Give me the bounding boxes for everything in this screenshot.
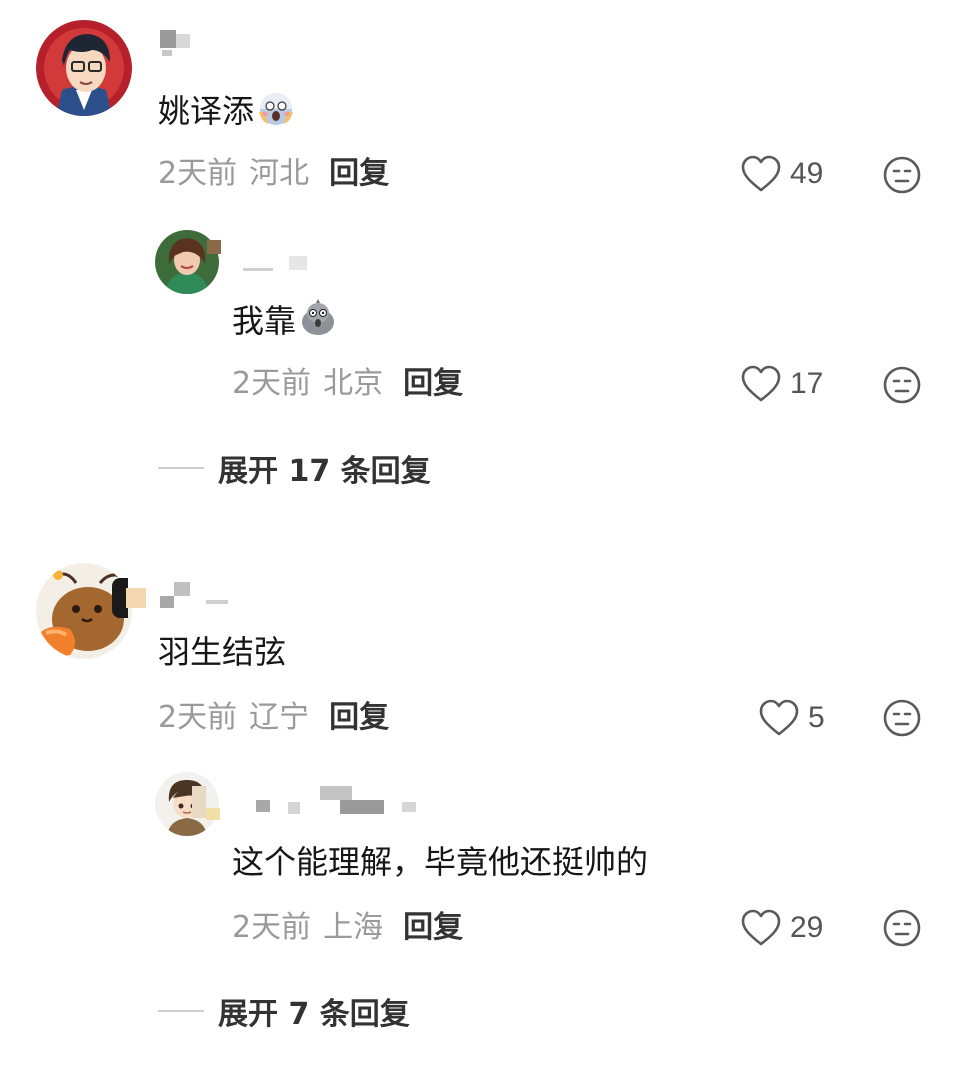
reply-meta: 2天前 北京 回复 — [232, 366, 463, 402]
reply-text: 这个能理解，毕竟他还挺帅的 — [232, 843, 649, 881]
expand-replies-label: 展开 17 条回复 — [218, 454, 431, 489]
username-redacted[interactable] — [207, 240, 307, 271]
heart-icon — [741, 155, 781, 192]
shocked-pigeon-sticker-icon — [298, 298, 338, 338]
comment-text: 姚译添 — [158, 88, 296, 131]
reply-time: 2天前 — [232, 366, 312, 401]
username-redacted[interactable] — [192, 786, 422, 820]
comment-time: 2天前 — [158, 700, 238, 735]
neutral-face-icon — [883, 909, 921, 947]
like-button[interactable]: 49 — [740, 154, 823, 194]
comment-text: 羽生结弦 — [158, 633, 287, 671]
face-screaming-in-fear-icon — [256, 88, 296, 128]
like-count: 17 — [790, 367, 824, 400]
reply-time: 2天前 — [232, 910, 312, 945]
dislike-button[interactable] — [882, 698, 922, 738]
comment-location: 辽宁 — [249, 700, 310, 735]
like-button[interactable]: 17 — [740, 364, 823, 404]
comment-location: 河北 — [249, 156, 310, 191]
avatar[interactable] — [36, 20, 132, 116]
dislike-button[interactable] — [882, 908, 922, 948]
expand-replies-label: 展开 7 条回复 — [218, 997, 410, 1032]
reply-meta: 2天前 上海 回复 — [232, 910, 463, 946]
divider-line — [158, 1010, 204, 1012]
like-button[interactable]: 29 — [740, 908, 823, 948]
comment-meta: 2天前 河北 回复 — [158, 156, 389, 192]
comment-meta: 2天前 辽宁 回复 — [158, 700, 389, 736]
like-count: 5 — [808, 701, 825, 734]
like-count: 29 — [790, 911, 824, 944]
like-button[interactable]: 5 — [758, 698, 825, 738]
neutral-face-icon — [883, 366, 921, 404]
neutral-face-icon — [883, 156, 921, 194]
comment-time: 2天前 — [158, 156, 238, 191]
heart-icon — [741, 365, 781, 402]
expand-replies-button[interactable]: 展开 7 条回复 — [158, 991, 410, 1032]
anime-boy-avatar-icon — [36, 20, 132, 116]
dislike-button[interactable] — [882, 365, 922, 405]
reply-location: 上海 — [323, 910, 384, 945]
reply-text: 我靠 — [232, 298, 338, 341]
dislike-button[interactable] — [882, 155, 922, 195]
reply-button[interactable]: 回复 — [403, 366, 463, 401]
expand-replies-button[interactable]: 展开 17 条回复 — [158, 448, 431, 489]
heart-icon — [759, 699, 799, 736]
divider-line — [158, 467, 204, 469]
reply-button[interactable]: 回复 — [403, 910, 463, 945]
reply-location: 北京 — [323, 366, 384, 401]
heart-icon — [741, 909, 781, 946]
reply-button[interactable]: 回复 — [329, 700, 389, 735]
reply-button[interactable]: 回复 — [329, 156, 389, 191]
like-count: 49 — [790, 157, 824, 190]
username-redacted[interactable] — [160, 30, 200, 56]
username-redacted[interactable] — [112, 578, 232, 618]
neutral-face-icon — [883, 699, 921, 737]
